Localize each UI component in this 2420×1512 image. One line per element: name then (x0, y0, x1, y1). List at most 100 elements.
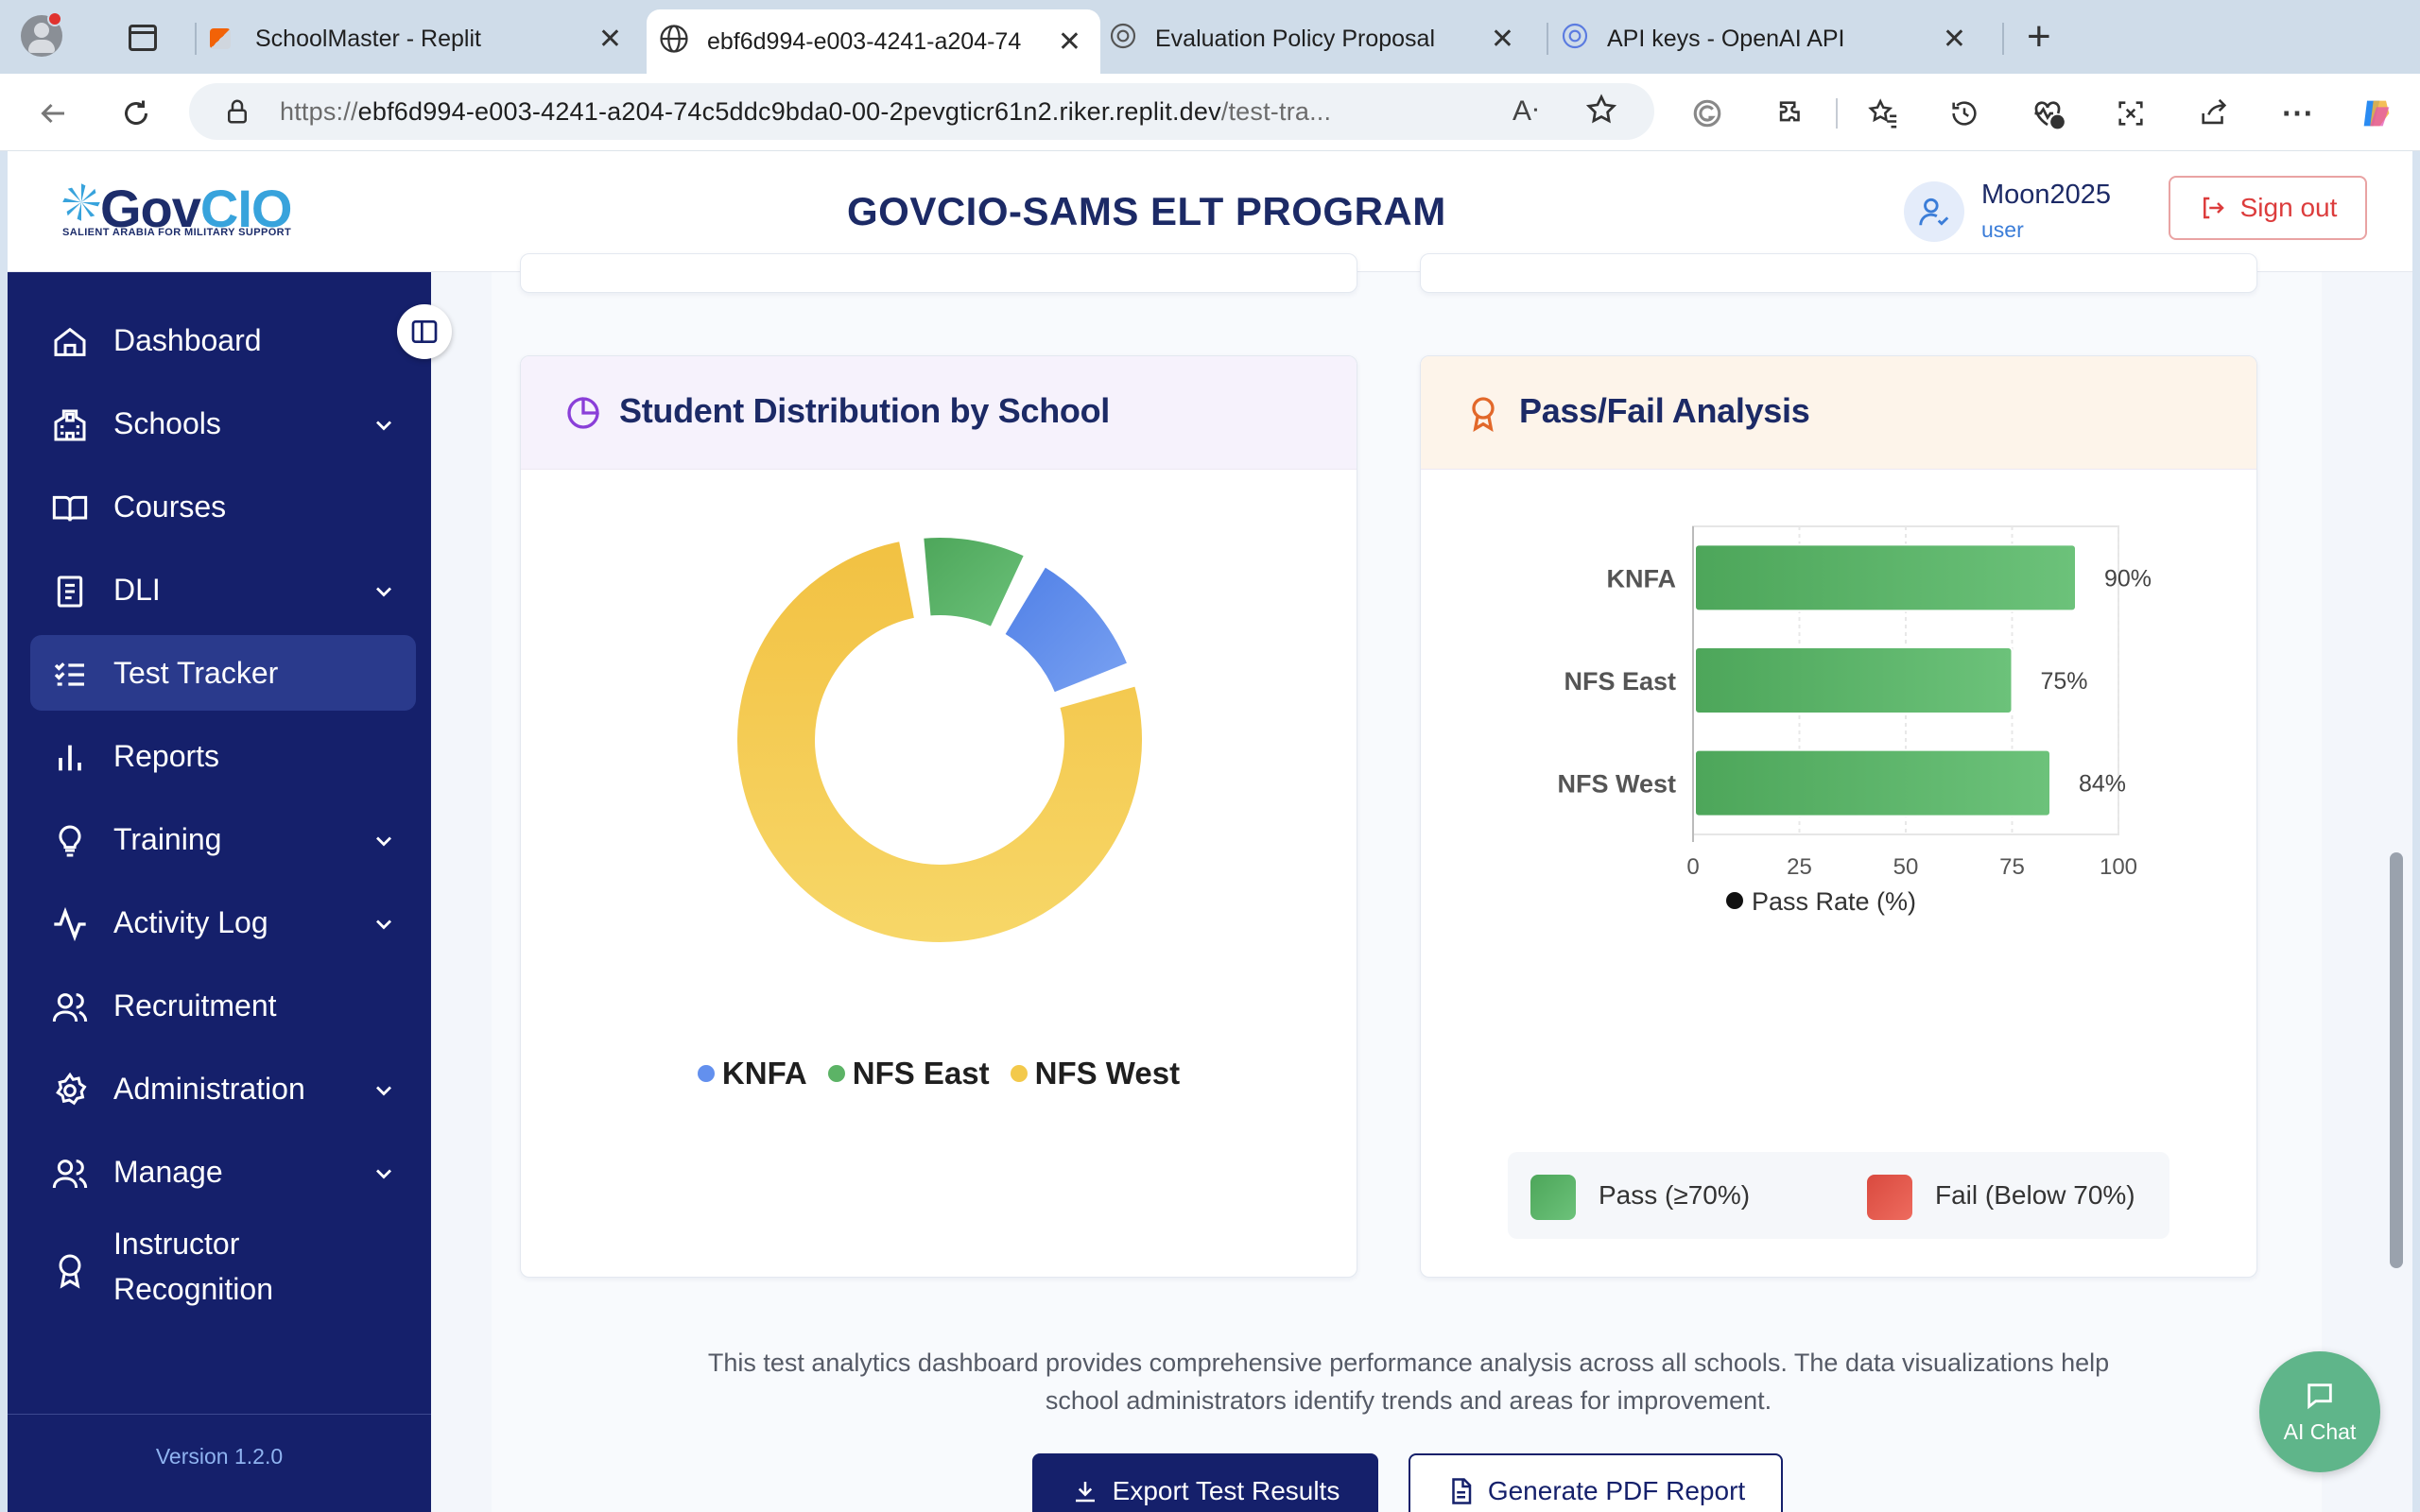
sidebar-item-dashboard[interactable]: Dashboard (30, 302, 416, 378)
legend-item-nfs-west[interactable]: NFS West (1010, 1056, 1180, 1091)
x-tick-label: 0 (1686, 854, 1699, 880)
copilot-icon[interactable] (2358, 94, 2395, 132)
sidebar-item-instructor-recognition[interactable]: Instructor Recognition (30, 1217, 416, 1321)
pie-chart-icon (567, 397, 599, 429)
donut-legend: KNFA NFS East NFS West (521, 1056, 1357, 1091)
lightbulb-icon (59, 825, 81, 857)
sidebar-item-label: Dashboard (113, 322, 262, 357)
back-icon[interactable] (34, 94, 72, 132)
tab-api-keys[interactable]: API keys - OpenAI API ✕ (1560, 11, 1985, 66)
share-icon[interactable] (2195, 94, 2233, 132)
y-category-label: NFS East (1564, 667, 1676, 696)
tab-active[interactable]: ebf6d994-e003-4241-a204-74 ✕ (647, 9, 1100, 74)
export-label: Export Test Results (1112, 1476, 1340, 1505)
activity-icon (54, 906, 86, 942)
legend-dot (697, 1065, 715, 1082)
sidebar-item-label: Manage (113, 1154, 223, 1189)
tab-schoolmaster[interactable]: SchoolMaster - Replit ✕ (210, 11, 641, 66)
bar-nfs-east[interactable] (1694, 646, 2014, 714)
award-icon (1472, 397, 1495, 432)
screenshot-icon[interactable] (2112, 94, 2150, 132)
donut-slice-nfs-east[interactable] (920, 534, 1028, 631)
card-title: Pass/Fail Analysis (1519, 391, 1810, 430)
reload-icon[interactable] (117, 94, 155, 132)
series-legend-dot (1726, 892, 1743, 909)
close-tab-icon[interactable]: ✕ (1943, 23, 1966, 56)
bar-knfa[interactable] (1694, 543, 2077, 612)
tab-actions-icon[interactable] (129, 25, 157, 51)
generate-pdf-report-button[interactable]: Generate PDF Report (1409, 1453, 1783, 1512)
sidebar-item-activity-log[interactable]: Activity Log (30, 885, 416, 960)
donut-slice-knfa[interactable] (1000, 562, 1132, 696)
close-tab-icon[interactable]: ✕ (1058, 26, 1081, 59)
govcio-logo: GovCIO SALIENT ARABIA FOR MILITARY SUPPO… (62, 179, 292, 238)
file-text-icon (1452, 1478, 1472, 1504)
sidebar-item-test-tracker[interactable]: Test Tracker (30, 635, 416, 711)
close-tab-icon[interactable]: ✕ (598, 23, 622, 56)
card-header: Pass/Fail Analysis (1421, 356, 2256, 470)
replit-icon (210, 28, 231, 49)
legend-item-nfs-east[interactable]: NFS East (827, 1056, 990, 1091)
legend-item-knfa[interactable]: KNFA (697, 1056, 807, 1091)
chevron-down-icon[interactable] (371, 1077, 397, 1104)
grammarly-icon[interactable] (1688, 94, 1726, 132)
url-bar[interactable]: https://ebf6d994-e003-4241-a204-74c5ddc9… (189, 83, 1654, 140)
sidebar-item-label: Activity Log (113, 904, 268, 939)
donut-chart (734, 534, 1146, 946)
card-stub-left (520, 253, 1357, 293)
y-category-label: KNFA (1607, 564, 1677, 593)
more-menu-icon[interactable]: ⋯ (2278, 94, 2316, 132)
card-title: Student Distribution by School (619, 391, 1110, 430)
sidebar-item-dli[interactable]: DLI (30, 552, 416, 627)
sidebar-item-recruitment[interactable]: Recruitment (30, 968, 416, 1043)
extensions-icon[interactable] (1772, 94, 1809, 132)
x-tick-label: 50 (1893, 854, 1919, 880)
chevron-down-icon[interactable] (371, 1160, 397, 1187)
chevron-down-icon[interactable] (371, 578, 397, 605)
browser-tab-bar: SchoolMaster - Replit ✕ ebf6d994-e003-42… (0, 0, 2420, 74)
y-category-label: NFS West (1557, 770, 1676, 799)
legend-dot (1010, 1065, 1028, 1082)
openai-icon (1108, 21, 1138, 58)
new-tab-button[interactable]: + (2027, 13, 2051, 60)
close-tab-icon[interactable]: ✕ (1491, 23, 1514, 56)
read-aloud-icon[interactable]: Aᐧ (1512, 94, 1539, 128)
card-stub-right (1420, 253, 2257, 293)
sidebar-item-training[interactable]: Training (30, 801, 416, 877)
pdf-label: Generate PDF Report (1487, 1476, 1746, 1505)
checklist-icon (54, 662, 84, 686)
scrollbar-thumb[interactable] (2390, 852, 2403, 1268)
card-header: Student Distribution by School (521, 356, 1357, 470)
legend-dot (827, 1065, 845, 1082)
favorites-icon[interactable] (1864, 94, 1902, 132)
sidebar-item-label: Instructor Recognition (113, 1227, 273, 1306)
history-icon[interactable] (1945, 94, 1983, 132)
sidebar-item-administration[interactable]: Administration (30, 1051, 416, 1126)
sidebar-toggle-button[interactable] (397, 304, 452, 359)
chevron-down-icon[interactable] (371, 828, 397, 854)
ai-chat-label: AI Chat (2283, 1418, 2357, 1444)
notebook-icon (57, 576, 83, 608)
pass-swatch (1530, 1175, 1576, 1220)
favorite-star-icon[interactable] (1584, 93, 1618, 131)
chevron-down-icon[interactable] (371, 412, 397, 438)
chevron-down-icon[interactable] (371, 911, 397, 937)
tab-evaluation[interactable]: Evaluation Policy Proposal ✕ (1108, 11, 1533, 66)
pass-fail-card: Pass/Fail Analysis 90% 75% 84% KNFA NFS Eas… (1420, 355, 2257, 1278)
performance-icon[interactable] (2029, 94, 2066, 132)
openai-icon (1560, 21, 1590, 58)
sidebar-item-manage[interactable]: Manage (30, 1134, 416, 1210)
bar-nfs-west[interactable] (1694, 748, 2051, 817)
ai-chat-button[interactable]: AI Chat (2259, 1351, 2380, 1472)
sidebar-item-courses[interactable]: Courses (30, 469, 416, 544)
bar-value-label: 90% (2104, 565, 2152, 592)
version-label: Version 1.2.0 (155, 1444, 284, 1469)
download-icon (1075, 1482, 1095, 1503)
sidebar-item-schools[interactable]: Schools (30, 386, 416, 461)
profile-avatar-icon[interactable] (21, 11, 62, 57)
user-avatar[interactable] (1904, 181, 1964, 242)
sidebar-item-reports[interactable]: Reports (30, 718, 416, 794)
sign-out-button[interactable]: Sign out (2169, 176, 2367, 240)
x-tick-label: 25 (1787, 854, 1812, 880)
export-test-results-button[interactable]: Export Test Results (1032, 1453, 1378, 1512)
